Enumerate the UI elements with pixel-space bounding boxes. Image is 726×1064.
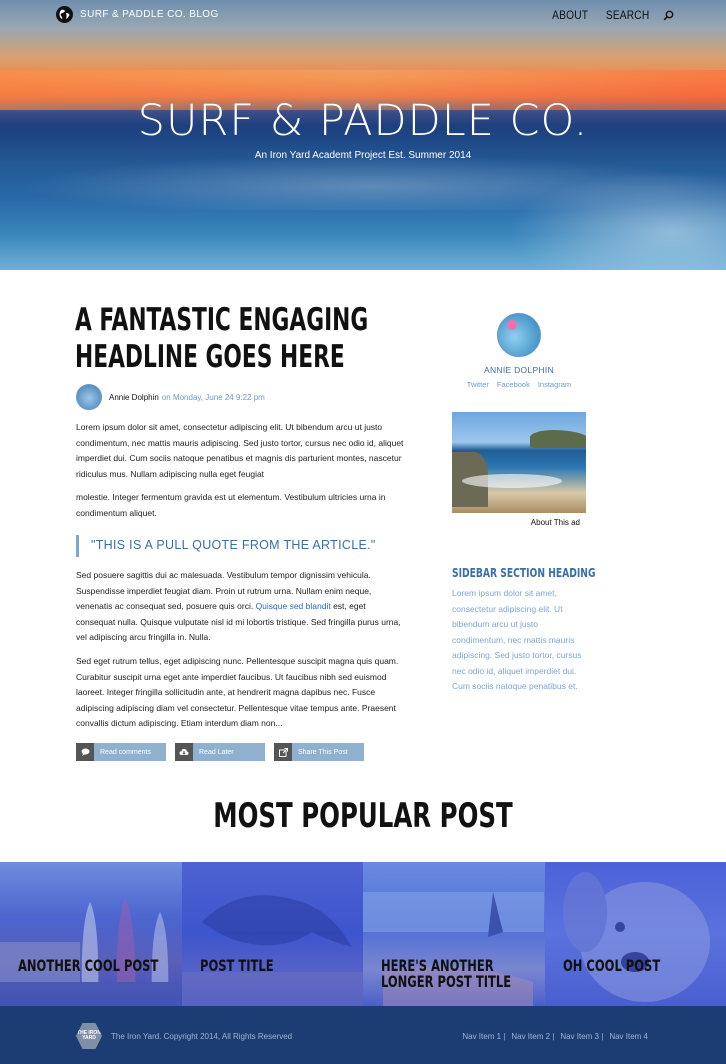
cloud-download-icon [175, 743, 193, 761]
footer-nav-item-3[interactable]: Nav Item 3 | [560, 1032, 603, 1041]
dolphin-image [181, 895, 363, 1006]
author-name-link[interactable]: Annie Dolphin [109, 393, 159, 402]
search-icon[interactable] [663, 10, 674, 21]
article-actions: Read comments Read Later Share This Post [76, 743, 364, 761]
sidebar-author-avatar[interactable] [497, 313, 541, 357]
article-paragraph-2: molestie. Integer fermentum gravida est … [76, 492, 386, 518]
share-icon [274, 743, 292, 761]
ad-foam [462, 474, 562, 488]
popular-card-title: HERE'S ANOTHER LONGER POST TITLE [381, 956, 512, 991]
sidebar-ad-image[interactable] [452, 412, 586, 513]
about-ad-link[interactable]: About This ad [452, 518, 580, 527]
popular-card[interactable]: ANOTHER COOL POST [0, 862, 182, 1006]
nav-about-link[interactable]: ABOUT [553, 8, 589, 22]
article-headline: A FANTASTIC ENGAGING HEADLINE GOES HERE [75, 302, 369, 375]
post-date: on Monday, June 24 9:22 pm [161, 392, 265, 402]
hero-subtitle: An Iron Yard Academt Project Est. Summer… [254, 150, 472, 161]
read-comments-button[interactable]: Read comments [76, 743, 166, 761]
hero-banner: SURF & PADDLE CO. BLOG ABOUT SEARCH SURF… [0, 0, 726, 270]
ad-island [530, 430, 586, 448]
article-paragraph-3: Sed posuere sagittis dui ac malesuada. V… [76, 568, 406, 646]
comment-icon [76, 743, 94, 761]
social-links: Twitter Facebook Instagram [452, 380, 586, 389]
popular-card[interactable]: OH COOL POST [544, 862, 726, 1006]
footer-nav-item-4[interactable]: Nav Item 4 [609, 1032, 648, 1041]
site-footer: THE IRON YARD The Iron Yard. Copyright 2… [0, 1006, 726, 1064]
iron-yard-logo[interactable]: THE IRON YARD [76, 1023, 102, 1049]
article-paragraph-4: Sed eget rutrum tellus, eget adipiscing … [76, 656, 399, 728]
popular-card-title: ANOTHER COOL POST [18, 956, 159, 975]
popular-card[interactable]: POST TITLE [181, 862, 363, 1006]
avatar-ball [507, 320, 517, 330]
read-comments-label: Read comments [100, 748, 151, 756]
top-navigation-bar: SURF & PADDLE CO. BLOG ABOUT SEARCH [0, 0, 726, 30]
instagram-link[interactable]: Instagram [538, 380, 571, 389]
popular-card[interactable]: HERE'S ANOTHER LONGER POST TITLE [363, 862, 545, 1006]
top-nav: ABOUT SEARCH [549, 8, 674, 22]
sidebar-text: Lorem ipsum dolor sit amet, consectetur … [452, 588, 582, 691]
globe-icon[interactable] [56, 6, 73, 23]
wave-foam [480, 160, 726, 270]
surfboards-image [0, 897, 181, 1006]
share-post-label: Share This Post [298, 748, 348, 756]
popular-card-title: POST TITLE [199, 956, 274, 975]
puppy-image [562, 872, 710, 1002]
blog-name-link[interactable]: SURF & PADDLE CO. BLOG [80, 9, 219, 20]
author-avatar[interactable] [76, 384, 102, 410]
facebook-link[interactable]: Facebook [497, 380, 530, 389]
footer-nav-item-1[interactable]: Nav Item 1 | [462, 1032, 505, 1041]
share-post-button[interactable]: Share This Post [274, 743, 364, 761]
footer-nav: Nav Item 1 | Nav Item 2 | Nav Item 3 | N… [462, 1032, 648, 1041]
twitter-link[interactable]: Twitter [467, 380, 489, 389]
popular-heading: MOST POPULAR POST [213, 796, 513, 836]
nav-search-link[interactable]: SEARCH [606, 8, 650, 22]
popular-posts: ANOTHER COOL POST POST TITLE HERE'S ANOT… [0, 862, 726, 1006]
inline-link[interactable]: Quisque sed blandit [256, 601, 331, 611]
article-paragraph-1: Lorem ipsum dolor sit amet, consectetur … [76, 422, 404, 479]
copyright-text: The Iron Yard. Copyright 2014, All Right… [111, 1032, 293, 1041]
read-later-button[interactable]: Read Later [175, 743, 265, 761]
pull-quote: "THIS IS A PULL QUOTE FROM THE ARTICLE." [76, 535, 376, 557]
sidebar-author-name[interactable]: ANNIE DOLPHIN [452, 365, 586, 375]
article-byline: Annie Dolphin on Monday, June 24 9:22 pm [76, 384, 265, 410]
footer-nav-item-2[interactable]: Nav Item 2 | [511, 1032, 554, 1041]
hero-title: SURF & PADDLE CO. [137, 96, 589, 146]
popular-card-title: OH COOL POST [562, 956, 660, 975]
logo-text: THE IRON YARD [77, 1030, 101, 1041]
read-later-label: Read Later [199, 748, 234, 756]
sidebar-heading: SIDEBAR SECTION HEADING [452, 566, 596, 580]
